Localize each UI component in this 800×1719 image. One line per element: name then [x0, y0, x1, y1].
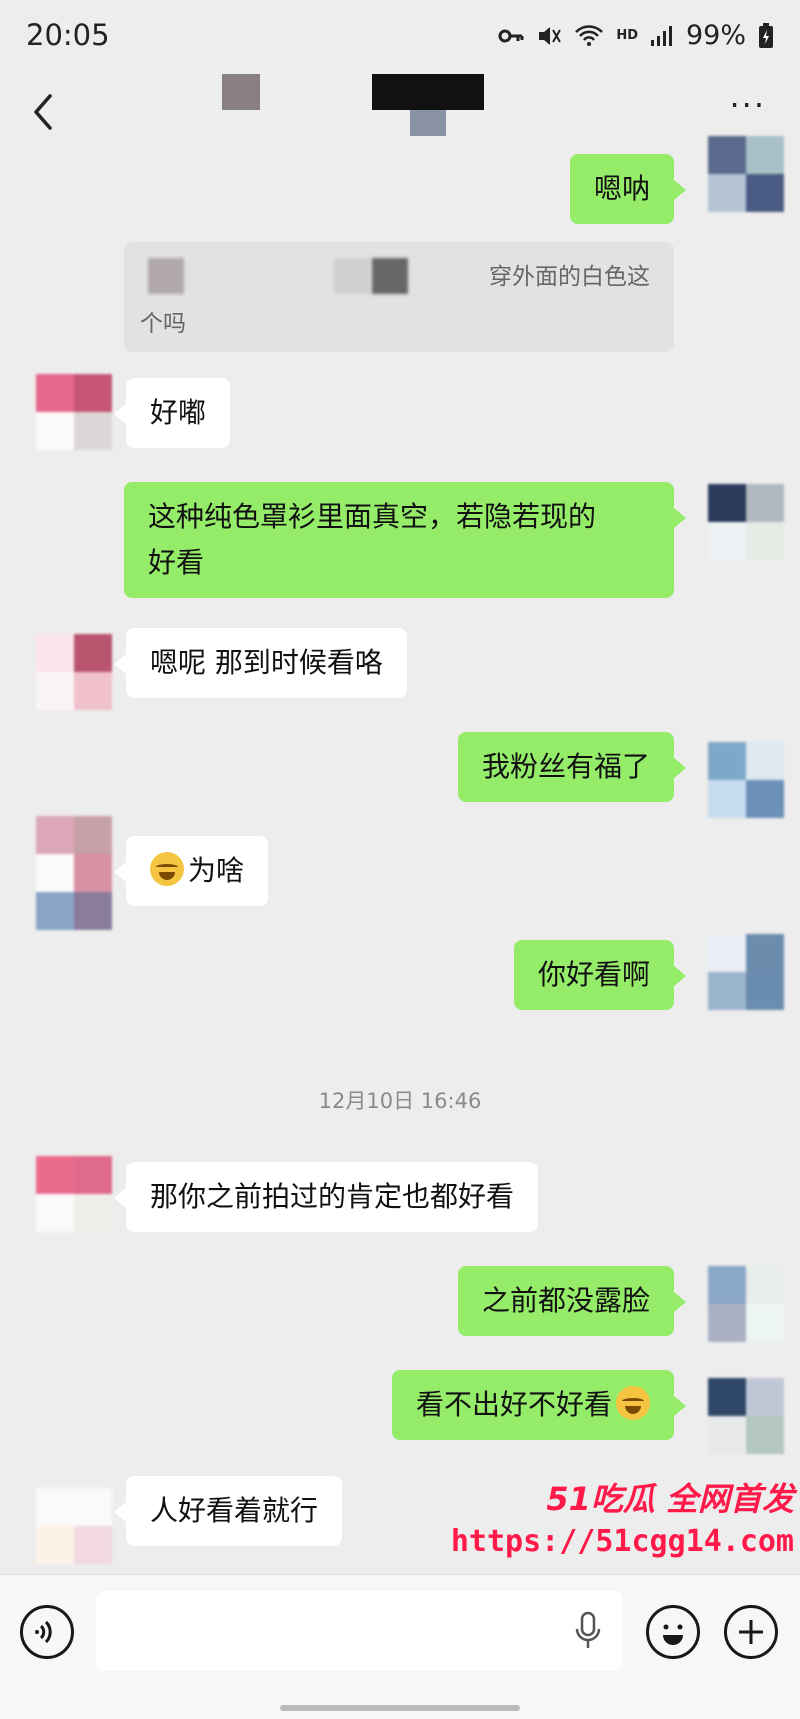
- laughing-tears-emoji: [616, 1386, 650, 1420]
- message-text: 你好看啊: [537, 958, 650, 991]
- plus-icon[interactable]: [724, 1605, 778, 1659]
- input-bar: [0, 1574, 800, 1719]
- contact-avatar[interactable]: [36, 1488, 112, 1564]
- quote-text-cont: 个吗: [140, 311, 186, 337]
- message-text: 人好看着就行: [150, 1494, 319, 1527]
- laughing-tears-emoji: [150, 852, 184, 886]
- watermark: 51吃瓜 全网首发 https://51cgg14.com: [451, 1474, 794, 1559]
- message-text: 为啥: [188, 854, 245, 887]
- status-icons: HD 99%: [498, 20, 774, 51]
- message-bubble[interactable]: 好嘟: [113, 378, 231, 448]
- my-avatar[interactable]: [708, 484, 784, 560]
- message-bubble[interactable]: 之前都没露脸: [457, 1266, 687, 1336]
- message-text: 我粉丝有福了: [481, 750, 650, 783]
- my-avatar[interactable]: [708, 136, 784, 212]
- chat-messages: 嗯呐 穿外面的白色这 个吗 好嘟 这种纯色罩衫里面真空，若隐若现的 好看 嗯呢 …: [0, 136, 800, 1570]
- message-text-cont: 好看: [148, 546, 205, 579]
- back-arrow-icon[interactable]: [24, 82, 64, 142]
- network-hd-label: HD: [616, 28, 638, 43]
- quote-text: 穿外面的白色这: [489, 264, 650, 290]
- message-text: 嗯呢 那到时候看咯: [150, 646, 383, 679]
- quote-redacted: [148, 258, 184, 294]
- mic-icon[interactable]: [574, 1611, 602, 1651]
- message-bubble[interactable]: 嗯呢 那到时候看咯: [114, 628, 407, 698]
- key-icon: [498, 29, 524, 42]
- my-avatar[interactable]: [708, 742, 784, 818]
- message-text: 那你之前拍过的肯定也都好看: [150, 1180, 515, 1213]
- status-time: 20:05: [26, 18, 110, 52]
- status-bar: 20:05 HD 99%: [0, 0, 800, 70]
- quote-redacted: [334, 258, 370, 294]
- my-avatar[interactable]: [708, 1378, 784, 1454]
- message-input[interactable]: [96, 1591, 622, 1671]
- quoted-message[interactable]: 穿外面的白色这 个吗: [124, 242, 674, 352]
- message-text: 嗯呐: [593, 172, 650, 205]
- my-avatar[interactable]: [708, 934, 784, 1010]
- message-text: 这种纯色罩衫里面真空，若隐若现的: [148, 500, 597, 533]
- mute-icon: [539, 26, 562, 45]
- message-bubble[interactable]: 你好看啊: [513, 940, 687, 1010]
- emoji-icon[interactable]: [646, 1605, 700, 1659]
- chat-timestamp: 12月10日 16:46: [318, 1089, 482, 1113]
- contact-name-redacted-2: [372, 74, 484, 110]
- battery-percent: 99%: [685, 20, 746, 51]
- message-text: 好嘟: [150, 396, 207, 429]
- contact-avatar[interactable]: [36, 374, 112, 450]
- contact-avatar[interactable]: [36, 816, 112, 930]
- contact-name-redacted: [222, 74, 260, 110]
- my-avatar[interactable]: [708, 1266, 784, 1342]
- voice-mode-icon[interactable]: [20, 1605, 74, 1659]
- more-icon[interactable]: ···: [729, 86, 766, 124]
- message-bubble[interactable]: 那你之前拍过的肯定也都好看: [113, 1162, 539, 1232]
- battery-icon: [759, 22, 773, 48]
- message-bubble[interactable]: 人好看着就行: [113, 1476, 343, 1546]
- message-text: 看不出好不好看: [415, 1388, 612, 1421]
- wifi-icon: [575, 24, 604, 46]
- quote-redacted: [372, 258, 408, 294]
- home-indicator[interactable]: [280, 1705, 520, 1711]
- message-bubble[interactable]: 看不出好不好看: [391, 1370, 687, 1440]
- contact-name-redacted-3: [410, 110, 446, 136]
- watermark-url: https://51cgg14.com: [450, 1524, 794, 1559]
- watermark-title: 51吃瓜 全网首发: [546, 1480, 794, 1518]
- message-bubble[interactable]: 为啥: [113, 836, 269, 906]
- message-bubble[interactable]: 我粉丝有福了: [457, 732, 687, 802]
- contact-avatar[interactable]: [36, 1156, 112, 1232]
- contact-avatar[interactable]: [36, 634, 112, 710]
- message-bubble[interactable]: 这种纯色罩衫里面真空，若隐若现的 好看: [124, 482, 686, 598]
- message-bubble[interactable]: 嗯呐: [569, 154, 687, 224]
- message-text: 之前都没露脸: [481, 1284, 650, 1317]
- signal-icon: [650, 25, 672, 46]
